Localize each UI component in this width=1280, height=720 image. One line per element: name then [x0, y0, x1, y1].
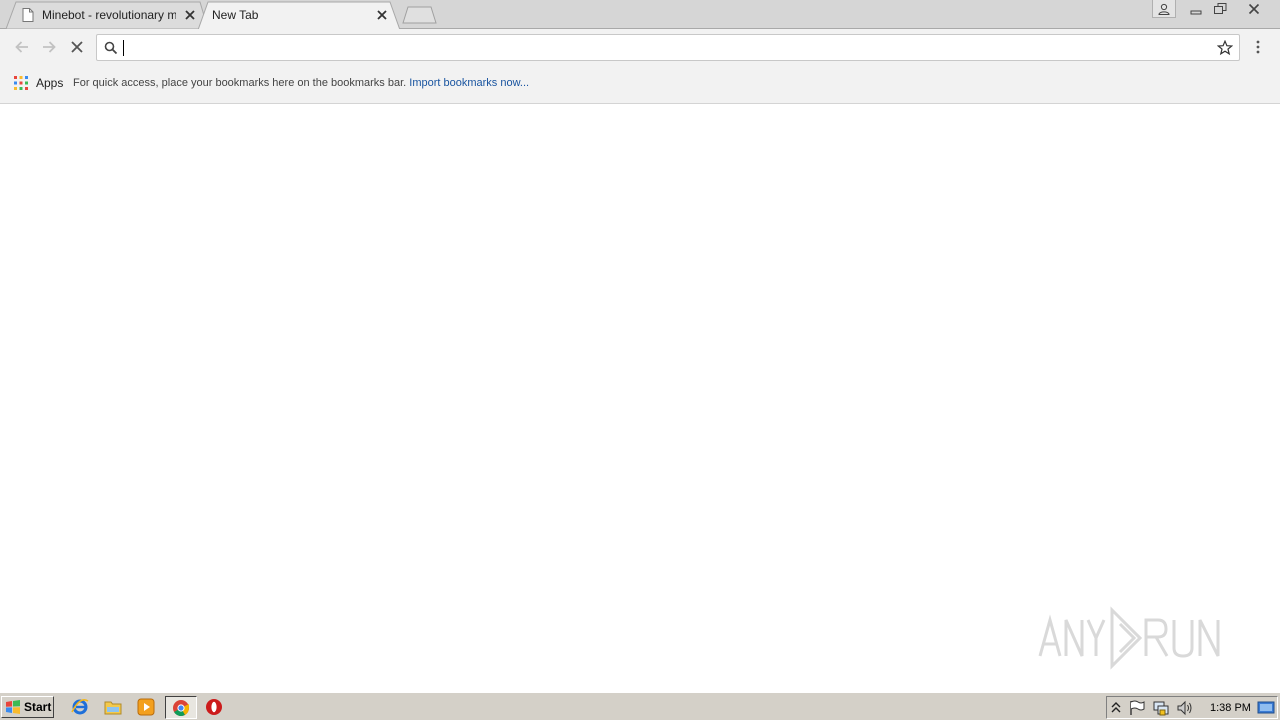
omnibox[interactable] — [96, 34, 1240, 61]
taskbar-clock[interactable]: 1:38 PM — [1210, 702, 1251, 714]
taskbar: Start 1:38 PM — [0, 692, 1280, 720]
apps-label: Apps — [36, 76, 64, 90]
menu-button[interactable] — [1248, 37, 1268, 57]
minimize-button[interactable] — [1184, 0, 1208, 18]
internet-explorer-button[interactable] — [70, 697, 90, 717]
start-label: Start — [24, 700, 52, 714]
tab-strip: Minebot - revolutionary mine New Tab — [0, 0, 1280, 30]
arrow-right-icon — [43, 41, 56, 53]
chrome-icon — [173, 700, 189, 716]
close-tab-icon[interactable] — [376, 9, 388, 21]
forward-button[interactable] — [39, 37, 59, 57]
restore-button[interactable] — [1208, 0, 1232, 18]
bookmarks-bar: Apps For quick access, place your bookma… — [0, 65, 1280, 104]
action-center-flag-icon[interactable] — [1129, 700, 1145, 716]
media-player-button[interactable] — [136, 697, 156, 717]
new-tab-button[interactable] — [400, 6, 438, 24]
import-bookmarks-link[interactable]: Import bookmarks now... — [409, 77, 529, 89]
close-icon — [1248, 3, 1260, 15]
more-vert-icon — [1256, 40, 1260, 54]
minimize-icon — [1190, 10, 1202, 15]
omnibox-input[interactable] — [122, 38, 1202, 57]
volume-icon[interactable] — [1177, 700, 1193, 716]
document-icon — [22, 8, 34, 22]
internet-explorer-icon — [71, 699, 89, 715]
bookmarks-hint: For quick access, place your bookmarks h… — [73, 77, 529, 89]
folder-icon — [104, 701, 122, 715]
close-tab-icon[interactable] — [184, 9, 196, 21]
tab-title: Minebot - revolutionary mine — [42, 8, 176, 22]
opera-icon — [206, 699, 222, 715]
bookmark-star-icon[interactable] — [1217, 40, 1233, 56]
media-player-icon — [137, 698, 155, 716]
tab-minebot[interactable]: Minebot - revolutionary mine — [4, 1, 208, 29]
tab-title: New Tab — [212, 8, 259, 22]
close-window-button[interactable] — [1236, 0, 1272, 18]
apps-grid-icon — [14, 76, 28, 90]
profile-button[interactable] — [1152, 0, 1176, 18]
search-icon — [104, 41, 118, 55]
opera-button[interactable] — [204, 697, 224, 717]
text-caret — [123, 40, 124, 56]
stop-icon — [71, 41, 83, 53]
back-button[interactable] — [12, 37, 32, 57]
tab-content: Minebot - revolutionary mine — [22, 1, 176, 29]
windows-logo-icon — [6, 700, 20, 714]
chrome-taskbar-button[interactable] — [165, 696, 197, 719]
show-hidden-icons-icon[interactable] — [1111, 701, 1121, 715]
stop-button[interactable] — [67, 37, 87, 57]
network-icon[interactable] — [1153, 700, 1170, 717]
screen: Minebot - revolutionary mine New Tab — [0, 0, 1280, 720]
browser-toolbar — [0, 29, 1280, 65]
anyrun-watermark-logo — [1038, 606, 1220, 670]
explorer-button[interactable] — [103, 697, 123, 717]
bookmarks-hint-text: For quick access, place your bookmarks h… — [73, 77, 407, 89]
restore-icon — [1213, 3, 1226, 14]
system-tray — [1106, 696, 1278, 719]
apps-shortcut[interactable]: Apps — [14, 76, 63, 90]
show-desktop-icon[interactable] — [1257, 701, 1275, 715]
start-button[interactable]: Start — [1, 696, 54, 718]
tab-new-tab[interactable]: New Tab — [198, 1, 402, 30]
arrow-left-icon — [15, 41, 28, 53]
tab-content: New Tab — [212, 1, 258, 29]
user-icon — [1158, 3, 1170, 15]
